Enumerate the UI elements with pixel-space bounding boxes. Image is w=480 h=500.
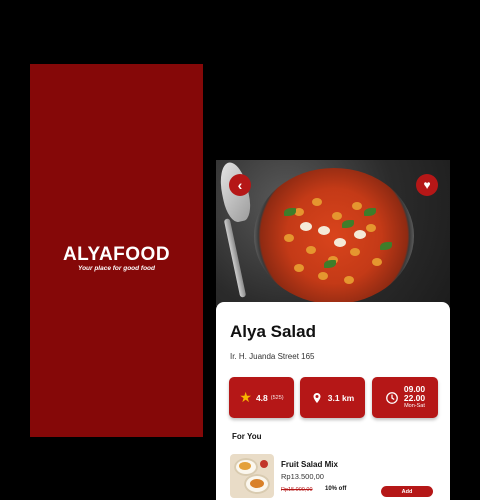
open-days: Mon-Sat (404, 403, 425, 410)
menu-item-image (230, 454, 274, 498)
distance-card[interactable]: 3.1 km (300, 377, 365, 418)
chevron-left-icon: ‹ (237, 177, 243, 193)
hours-card[interactable]: 09.00 22.00 Mon-Sat (372, 377, 438, 418)
back-button[interactable]: ‹ (229, 174, 251, 196)
distance-value: 3.1 km (327, 392, 355, 403)
pan-dish-shape (254, 168, 414, 304)
close-time: 22.00 (403, 393, 426, 404)
location-pin-icon (313, 392, 321, 403)
menu-item-discount: 10% off (325, 486, 347, 492)
rating-count: (525) (270, 394, 284, 401)
rating-value: 4.8 (255, 392, 268, 403)
section-title-for-you: For You (232, 432, 262, 441)
rating-card[interactable]: ★ 4.8 (525) (229, 377, 294, 418)
hours-text: 09.00 22.00 Mon-Sat (404, 385, 425, 410)
brand-tagline: Your place for good food (77, 265, 156, 272)
detail-sheet: Alya Salad Ir. H. Juanda Street 165 ★ 4.… (216, 302, 450, 500)
splash-screen: ALYAFOOD Your place for good food (30, 64, 203, 437)
brand-logo-text: ALYAFOOD (62, 244, 171, 265)
canvas: ALYAFOOD Your place for good food ‹ ♥ Al… (0, 0, 480, 500)
restaurant-detail-screen: ‹ ♥ Alya Salad Ir. H. Juanda Street 165 … (216, 160, 450, 500)
menu-item-name: Fruit Salad Mix (281, 460, 338, 469)
spoon-handle-shape (223, 218, 247, 298)
menu-item-old-price: Rp15.000,00 (281, 487, 313, 493)
add-button[interactable]: Add (381, 486, 433, 497)
hero-image: ‹ ♥ (216, 160, 450, 306)
star-icon: ★ (239, 389, 252, 405)
restaurant-address: Ir. H. Juanda Street 165 (230, 352, 315, 361)
menu-item[interactable]: Fruit Salad Mix Rp13.500,00 Rp15.000,00 … (230, 454, 440, 500)
favorite-button[interactable]: ♥ (416, 174, 438, 196)
clock-icon (385, 391, 398, 404)
menu-item-price: Rp13.500,00 (281, 472, 324, 481)
heart-icon: ♥ (423, 178, 431, 192)
restaurant-name: Alya Salad (230, 322, 316, 341)
